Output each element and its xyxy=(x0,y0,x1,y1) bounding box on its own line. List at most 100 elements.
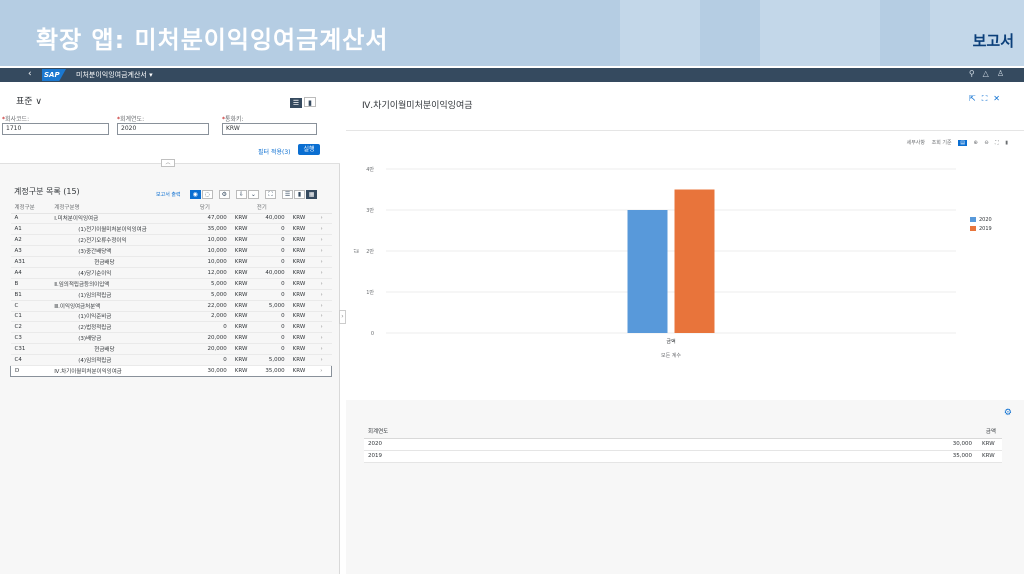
previous-currency: KRW xyxy=(288,289,312,301)
hide-icon[interactable]: ◌ xyxy=(201,190,213,199)
table-row[interactable]: 2020 30,000 KRW xyxy=(364,438,1002,451)
current-amount: 10,000 xyxy=(195,245,231,258)
chevron-right-icon[interactable]: › xyxy=(311,364,332,377)
table-row[interactable]: A Ⅰ.미처분이익잉여금 47,000 KRW 40,000 KRW › xyxy=(10,213,332,225)
chevron-right-icon[interactable]: › xyxy=(311,256,332,268)
table-row[interactable]: C1 (1)이익준비금 2,000 KRW 0 KRW › xyxy=(10,311,332,323)
pane-splitter[interactable]: › xyxy=(339,310,346,324)
column-header[interactable]: 금액 xyxy=(642,424,1002,439)
filters-link[interactable]: 필터 적용(3) xyxy=(258,147,291,156)
chevron-right-icon[interactable]: › xyxy=(311,300,332,312)
column-header[interactable]: 계정구분명 xyxy=(50,202,196,214)
collapse-header-button[interactable]: ︿ xyxy=(161,159,175,167)
bell-icon[interactable]: △ xyxy=(983,69,997,78)
user-icon[interactable]: ♙ xyxy=(997,69,1012,78)
table-icon[interactable]: ☰ xyxy=(282,190,294,199)
fullscreen-icon[interactable]: ⛶ xyxy=(982,94,994,103)
table-row[interactable]: B Ⅱ.임의적립금등의이입액 5,000 KRW 0 KRW › xyxy=(10,278,332,290)
current-currency: KRW xyxy=(230,332,253,345)
previous-amount: 0 xyxy=(252,278,289,290)
settings-icon[interactable]: ⚙ xyxy=(218,190,230,199)
account-name: 현금배당 xyxy=(50,343,196,356)
legend-item[interactable]: 2019 xyxy=(970,226,992,235)
table-row[interactable]: C31 현금배당 20,000 KRW 0 KRW › xyxy=(10,343,332,356)
legend-item[interactable]: 2020 xyxy=(970,217,992,226)
slide-banner: 확장 앱: 미처분이익잉여금계산서 보고서 xyxy=(0,0,1024,66)
account-code: C4 xyxy=(10,354,51,366)
dropdown-icon[interactable]: ⌄ xyxy=(247,190,259,199)
previous-amount: 0 xyxy=(252,256,289,268)
detail-pane: Ⅳ.차기이월미처분이익잉여금 ⇱⛶✕ 세부사항 조회 기준 ▤ ⊕ ⊖ ⛶ ▮ … xyxy=(346,82,1024,574)
chevron-right-icon[interactable]: › xyxy=(311,267,332,279)
current-currency: KRW xyxy=(230,311,253,323)
table-row[interactable]: C Ⅲ.이익잉여금처분액 22,000 KRW 5,000 KRW › xyxy=(10,300,332,312)
chevron-right-icon[interactable]: › xyxy=(311,311,332,323)
column-header[interactable]: 계정구분 xyxy=(10,202,51,214)
column-header[interactable]: 전기 xyxy=(252,202,289,214)
column-header[interactable]: 회계연도 xyxy=(364,424,643,439)
column-header[interactable]: 당기 xyxy=(195,202,231,214)
table-row[interactable]: C3 (3)배당금 20,000 KRW 0 KRW › xyxy=(10,332,332,345)
shell-bar: ‹ SAP 미처분이익잉여금계산서 ▾ ⚲△♙ xyxy=(0,68,1024,82)
go-button[interactable]: 실행 xyxy=(298,144,320,155)
search-icon[interactable]: ⚲ xyxy=(969,69,983,78)
sap-logo[interactable]: SAP xyxy=(42,69,66,81)
current-currency: KRW xyxy=(230,234,253,247)
chevron-right-icon[interactable]: › xyxy=(311,223,332,236)
table-row[interactable]: B1 (1)임의적립금 5,000 KRW 0 KRW › xyxy=(10,289,332,301)
chevron-right-icon[interactable]: › xyxy=(311,245,332,258)
gear-icon[interactable]: ⚙ xyxy=(1004,408,1012,418)
table-row[interactable]: C2 (2)법정적립금 0 KRW 0 KRW › xyxy=(10,321,332,334)
chart-icon[interactable]: ▮ xyxy=(294,190,306,199)
account-name: Ⅲ.이익잉여금처분액 xyxy=(50,300,196,312)
app-title-menu[interactable]: 미처분이익잉여금계산서 ▾ xyxy=(76,70,153,80)
account-name: (4)임의적립금 xyxy=(50,354,196,366)
company-code-input[interactable]: 1710 xyxy=(2,123,109,135)
current-amount: 10,000 xyxy=(195,256,231,268)
fullscreen-icon[interactable]: ⛶ xyxy=(264,190,276,199)
chevron-right-icon[interactable]: › xyxy=(311,321,332,334)
table-view-icon[interactable]: ☰ xyxy=(290,98,302,108)
chevron-right-icon[interactable]: › xyxy=(311,289,332,301)
report-output-label[interactable]: 보고서 출력 xyxy=(156,192,181,198)
previous-currency: KRW xyxy=(288,213,312,225)
previous-amount: 40,000 xyxy=(252,213,289,225)
chevron-right-icon[interactable]: › xyxy=(311,213,332,225)
table-row[interactable]: A1 (1)전기이월미처분이익잉여금 35,000 KRW 0 KRW › xyxy=(10,223,332,236)
current-amount: 12,000 xyxy=(195,267,231,279)
table-row[interactable]: A4 (4)당기순이익 12,000 KRW 40,000 KRW › xyxy=(10,267,332,279)
account-code: C1 xyxy=(10,311,51,323)
chart-view-icon[interactable]: ▮ xyxy=(304,97,316,107)
table-row[interactable]: C4 (4)임의적립금 0 KRW 5,000 KRW › xyxy=(10,354,332,366)
chevron-left-icon[interactable]: ‹ xyxy=(28,69,32,79)
export-icon[interactable]: ⇩ xyxy=(235,190,247,199)
fiscal-year-label: *회계연도: xyxy=(117,116,145,123)
previous-amount: 0 xyxy=(252,245,289,258)
current-amount: 35,000 xyxy=(195,223,231,236)
y-tick-label: 4만 xyxy=(366,166,374,173)
table-row[interactable]: A31 현금배당 10,000 KRW 0 KRW › xyxy=(10,256,332,268)
chevron-right-icon[interactable]: › xyxy=(311,354,332,366)
show-icon[interactable]: ◉ xyxy=(189,190,201,199)
banner-decoration xyxy=(620,0,700,66)
previous-currency: KRW xyxy=(288,343,312,356)
table-row[interactable]: D Ⅳ.차기이월미처분이익잉여금 30,000 KRW 35,000 KRW › xyxy=(10,364,332,377)
chevron-right-icon[interactable]: › xyxy=(311,234,332,247)
table-row[interactable]: A3 (3)중간배당액 10,000 KRW 0 KRW › xyxy=(10,245,332,258)
variant-selector[interactable]: 표준 ∨ xyxy=(16,94,42,107)
account-code: A2 xyxy=(10,234,51,247)
close-icon[interactable]: ✕ xyxy=(993,94,1006,103)
fiscal-year-input[interactable]: 2020 xyxy=(117,123,209,135)
currency-input[interactable]: KRW xyxy=(222,123,317,135)
table-row[interactable]: A2 (2)전기오류수정이익 10,000 KRW 0 KRW › xyxy=(10,234,332,247)
chevron-right-icon[interactable]: › xyxy=(311,332,332,345)
banner-tag: 보고서 xyxy=(972,32,1014,50)
chevron-right-icon[interactable]: › xyxy=(311,343,332,356)
previous-currency: KRW xyxy=(288,321,312,334)
chevron-right-icon[interactable]: › xyxy=(311,278,332,290)
table-row[interactable]: 2019 35,000 KRW xyxy=(364,450,1002,463)
grid-icon[interactable]: ▦ xyxy=(306,190,318,199)
open-external-icon[interactable]: ⇱ xyxy=(969,94,982,103)
previous-currency: KRW xyxy=(288,354,312,366)
previous-currency: KRW xyxy=(288,267,312,279)
